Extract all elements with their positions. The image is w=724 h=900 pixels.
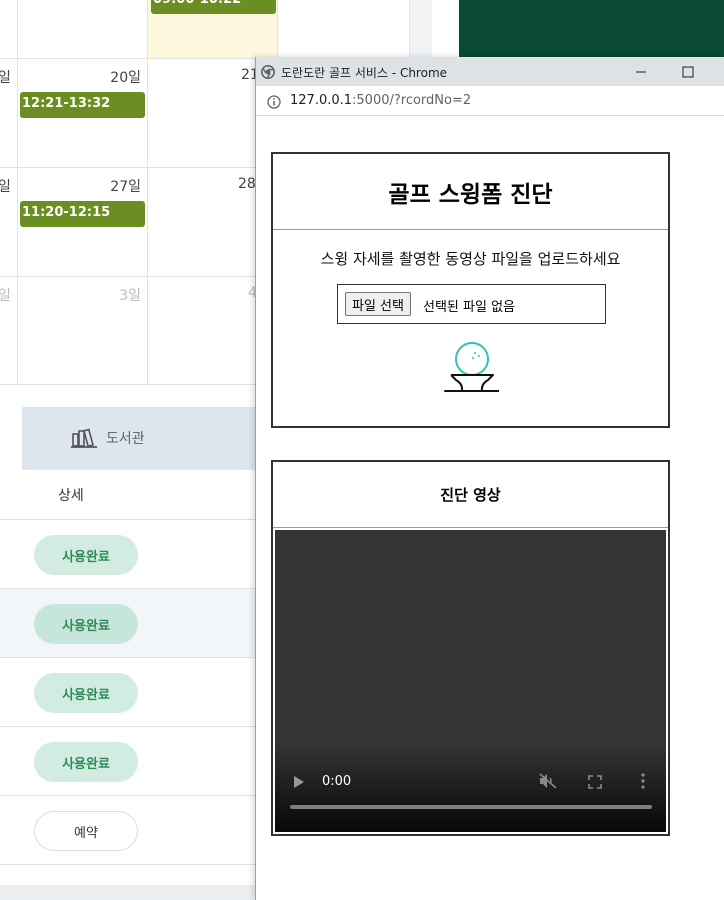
window-title: 도란도란 골프 서비스 - Chrome	[281, 66, 448, 80]
calendar-cell[interactable]: 일	[0, 59, 18, 168]
calendar-cell[interactable]: 27일 11:20-12:15	[18, 168, 148, 277]
calendar-cell[interactable]	[278, 0, 410, 59]
popup-window: 도란도란 골프 서비스 - Chrome 127.0.0.1:5000/?rco…	[255, 57, 724, 900]
calendar-day-label: 20일	[110, 70, 141, 86]
calendar-day-label: 3일	[119, 288, 141, 304]
tab-library[interactable]: 도서관	[70, 426, 145, 450]
footer-bar	[0, 885, 255, 900]
calendar-day-label: 27일	[110, 179, 141, 195]
fullscreen-icon[interactable]	[588, 774, 602, 789]
video-progress-bar[interactable]	[290, 805, 652, 809]
maximize-icon[interactable]	[678, 63, 698, 81]
column-header-detail: 상세	[58, 488, 84, 504]
screen: 09:00-10:22 일 20일 12:21-13:32 21 일 27일 1…	[0, 0, 724, 900]
video-section-title: 진단 영상	[440, 486, 501, 504]
page-title: 골프 스윙폼 진단	[388, 181, 553, 208]
chrome-icon	[261, 64, 275, 79]
status-badge[interactable]: 사용완료	[34, 535, 138, 575]
tab-library-label: 도서관	[106, 431, 145, 447]
table-row: 예약	[0, 796, 255, 865]
table-row: 사용완료	[0, 658, 255, 727]
calendar-event[interactable]: 12:21-13:32	[20, 92, 145, 118]
video-panel-header: 진단 영상	[273, 462, 668, 528]
table-row: 사용완료	[0, 727, 255, 796]
header-banner	[459, 0, 724, 60]
file-status: 선택된 파일 없음	[423, 300, 515, 315]
calendar-cell[interactable]: 20일 12:21-13:32	[18, 59, 148, 168]
calendar-cell[interactable]	[0, 0, 18, 59]
golf-ball-on-tee-icon	[441, 342, 503, 404]
status-badge[interactable]: 사용완료	[34, 673, 138, 713]
video-player[interactable]: 0:00	[275, 530, 666, 832]
calendar-cell[interactable]: 일	[0, 277, 18, 385]
video-time: 0:00	[322, 774, 352, 789]
url-path: :5000/?rcordNo=2	[352, 93, 472, 108]
calendar-cell[interactable]	[18, 0, 148, 59]
table-header: 상세	[0, 470, 255, 520]
upload-instruction: 스윙 자세를 촬영한 동영상 파일을 업로드하세요	[320, 250, 621, 268]
minimize-icon[interactable]	[626, 63, 656, 81]
url-text[interactable]: 127.0.0.1:5000/?rcordNo=2	[290, 93, 471, 108]
calendar-day-label: 일	[0, 179, 11, 195]
upload-panel: 골프 스윙폼 진단 스윙 자세를 촬영한 동영상 파일을 업로드하세요 파일 선…	[271, 152, 670, 428]
upload-panel-header: 골프 스윙폼 진단	[273, 154, 668, 230]
calendar-cell[interactable]: 3일	[18, 277, 148, 385]
address-bar[interactable]: 127.0.0.1:5000/?rcordNo=2	[256, 86, 724, 116]
info-icon[interactable]	[267, 94, 281, 109]
file-input[interactable]: 파일 선택 선택된 파일 없음	[337, 284, 606, 324]
url-host: 127.0.0.1	[290, 93, 353, 108]
calendar-event[interactable]: 09:00-10:22	[151, 0, 276, 14]
calendar-day-label: 일	[0, 70, 11, 86]
table-row: 사용완료	[0, 520, 255, 589]
window-titlebar[interactable]: 도란도란 골프 서비스 - Chrome	[256, 57, 724, 86]
status-badge[interactable]: 사용완료	[34, 742, 138, 782]
play-icon[interactable]	[293, 774, 305, 788]
calendar-event[interactable]: 11:20-12:15	[20, 201, 145, 227]
mute-icon[interactable]	[539, 773, 557, 789]
table-row: 사용완료	[0, 589, 255, 658]
tab-active[interactable]	[0, 407, 22, 470]
calendar-day-label: 28	[238, 176, 256, 192]
calendar-day-label: 일	[0, 288, 11, 304]
books-icon	[70, 426, 98, 450]
calendar-cell[interactable]: 일	[0, 168, 18, 277]
video-panel: 진단 영상 0:00	[271, 460, 670, 836]
calendar-cell-today[interactable]: 09:00-10:22	[148, 0, 278, 59]
status-badge[interactable]: 사용완료	[34, 604, 138, 644]
more-options-icon[interactable]	[641, 773, 645, 789]
choose-file-button[interactable]: 파일 선택	[345, 292, 411, 316]
reserve-button[interactable]: 예약	[34, 811, 138, 851]
